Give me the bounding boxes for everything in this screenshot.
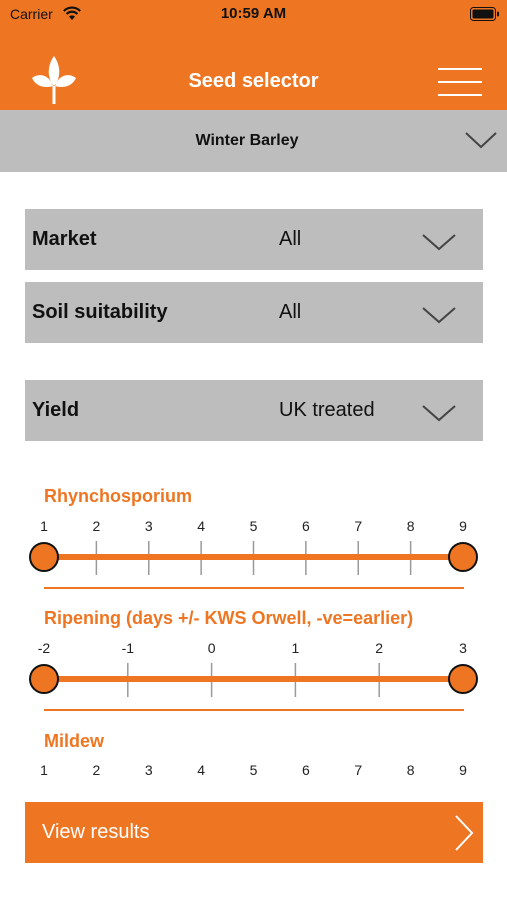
ripening-tick-label: 3	[459, 640, 467, 656]
yield-select[interactable]: Yield UK treated	[25, 380, 483, 441]
mildew-tick-label: 9	[459, 762, 467, 778]
mildew-tick-label: 4	[197, 762, 206, 778]
ripening-tick-label: -1	[121, 640, 135, 656]
chevron-down-icon	[422, 405, 456, 422]
ripening-tick-label: 2	[375, 640, 384, 656]
hamburger-menu-button[interactable]	[438, 64, 484, 98]
chevron-down-icon	[465, 132, 497, 149]
chevron-down-icon	[422, 307, 456, 324]
rhynchosporium-range-slider[interactable]	[0, 537, 507, 577]
chevron-right-icon	[455, 815, 474, 851]
ripening-tick-label: 1	[291, 640, 300, 656]
rhynchosporium-tick-label: 6	[301, 518, 310, 534]
section-divider	[44, 587, 464, 589]
soil-suitability-select[interactable]: Soil suitability All	[25, 282, 483, 343]
market-label: Market	[32, 228, 97, 250]
ripening-range-slider[interactable]	[0, 659, 507, 699]
ripening-slider-handle-low[interactable]	[29, 664, 59, 694]
view-results-button[interactable]: View results	[25, 802, 483, 863]
rhynchosporium-tick-labels: 1 2 3 4 5 6 7 8 9	[0, 518, 507, 538]
ripening-slider-handle-high[interactable]	[448, 664, 478, 694]
rhynchosporium-tick-label: 7	[354, 518, 363, 534]
mildew-tick-label: 8	[406, 762, 415, 778]
app-header: Carrier 10:59 AM Seed selector	[0, 0, 507, 110]
ripening-tick-label: 0	[207, 640, 216, 656]
rhynchosporium-title: Rhynchosporium	[44, 486, 193, 506]
section-divider	[44, 709, 464, 711]
battery-icon	[470, 7, 499, 21]
yield-label: Yield	[32, 399, 80, 421]
market-value: All	[279, 228, 302, 250]
ripening-tick-labels: -2 -1 0 1 2 3	[0, 640, 507, 660]
mildew-tick-label: 6	[301, 762, 310, 778]
rhynchosporium-tick-label: 4	[197, 518, 206, 534]
mildew-tick-label: 5	[249, 762, 258, 778]
hamburger-menu-icon-bar	[438, 94, 482, 96]
view-results-label: View results	[42, 821, 150, 843]
mildew-tick-label: 3	[144, 762, 153, 778]
mildew-tick-labels: 1 2 3 4 5 6 7 8 9	[0, 762, 507, 782]
soil-suitability-value: All	[279, 301, 302, 323]
crop-selected-label: Winter Barley	[195, 132, 299, 149]
soil-suitability-label: Soil suitability	[32, 301, 168, 323]
clock: 10:59 AM	[220, 5, 287, 22]
rhynchosporium-tick-label: 8	[406, 518, 415, 534]
chevron-down-icon	[422, 234, 456, 251]
mildew-tick-label: 1	[40, 762, 48, 778]
rhynchosporium-tick-label: 5	[249, 518, 258, 534]
mildew-title: Mildew	[44, 731, 105, 751]
ripening-tick-label: -2	[37, 640, 51, 656]
crop-selector[interactable]: Winter Barley	[0, 110, 507, 172]
hamburger-menu-icon-bar	[438, 81, 482, 83]
rhynchosporium-tick-label: 2	[92, 518, 101, 534]
rhynchosporium-tick-label: 9	[459, 518, 467, 534]
rhynchosporium-tick-label: 3	[144, 518, 153, 534]
market-select[interactable]: Market All	[25, 209, 483, 270]
rhynchosporium-slider-handle-low[interactable]	[29, 542, 59, 572]
status-bar: Carrier 10:59 AM	[0, 0, 507, 30]
rhynchosporium-tick-label: 1	[40, 518, 48, 534]
ripening-title: Ripening (days +/- KWS Orwell, -ve=earli…	[44, 608, 414, 628]
mildew-tick-label: 2	[92, 762, 101, 778]
page-title: Seed selector	[188, 70, 319, 92]
hamburger-menu-icon	[438, 68, 482, 70]
rhynchosporium-slider-handle-high[interactable]	[448, 542, 478, 572]
yield-value: UK treated	[279, 399, 375, 421]
mildew-tick-label: 7	[354, 762, 363, 778]
